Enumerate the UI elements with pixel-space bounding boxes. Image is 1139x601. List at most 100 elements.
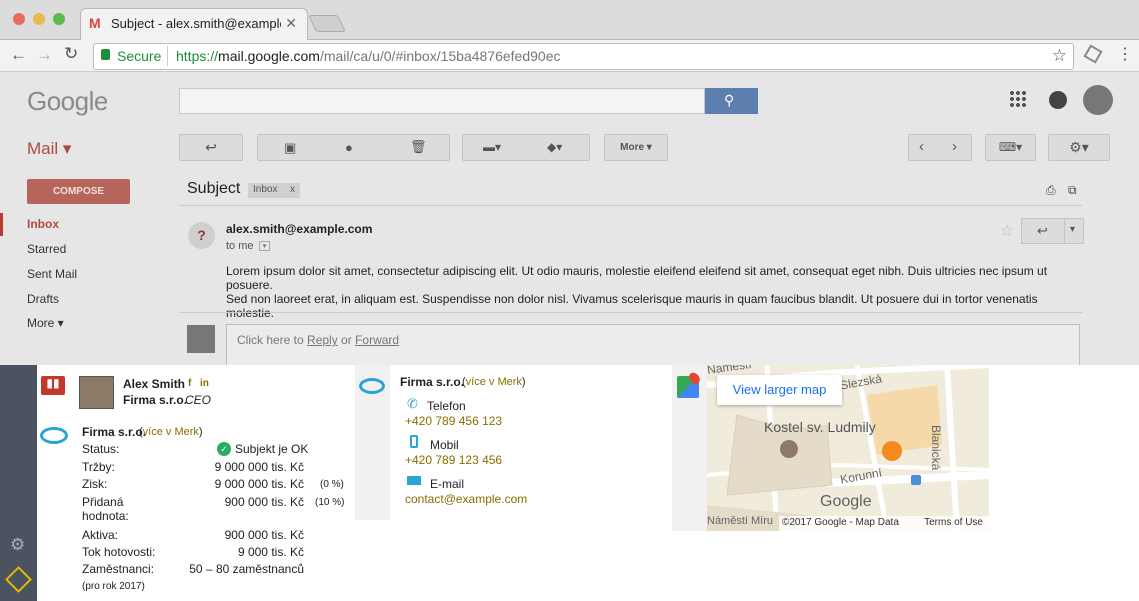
settings-button[interactable]: ⚙▾ [1048, 134, 1110, 161]
report-spam-icon[interactable]: ● [345, 140, 353, 155]
mail-menu[interactable]: Mail ▾ [27, 139, 71, 159]
profit-label: Zisk: [82, 477, 108, 491]
more-button[interactable]: More ▾ [604, 134, 668, 161]
maximize-window-dot[interactable] [53, 13, 65, 25]
print-icon[interactable]: ⎙ [1046, 183, 1056, 198]
forward-icon[interactable]: → [36, 45, 53, 65]
archive-spam-delete-group: ▣ ● 🗑 [257, 134, 450, 161]
more-close: ) [198, 426, 203, 438]
remove-label-icon[interactable]: x [290, 184, 295, 195]
split-divider [1064, 219, 1065, 243]
new-tab-button[interactable] [308, 15, 346, 32]
google-map-logo: Google [820, 493, 872, 510]
map-street-5: Náměstí Míru [707, 515, 774, 527]
compose-button[interactable]: COMPOSE [27, 179, 130, 204]
url-text[interactable]: https://mail.google.com/mail/ca/u/0/#inb… [176, 48, 560, 64]
nav-starred[interactable]: Starred [27, 242, 66, 256]
reply-or: or [337, 333, 356, 347]
contacts-icon-strip [355, 365, 390, 520]
url-prefix: https:// [176, 48, 219, 64]
omnibox[interactable]: Secure https://mail.google.com/mail/ca/u… [93, 43, 1074, 70]
back-icon[interactable]: ← [10, 45, 27, 65]
inbox-chip-label: Inbox [253, 184, 278, 195]
mobile-label: Mobil [430, 438, 459, 452]
reply-icon[interactable]: ↩ [1037, 223, 1048, 239]
settings-gear-icon[interactable]: ⚙ [10, 535, 25, 555]
lock-icon [101, 49, 110, 60]
contacts-more-link[interactable]: (více v Merk) [462, 376, 526, 388]
contacts-more-text[interactable]: více v Merk [466, 376, 522, 388]
company-more-link[interactable]: (více v Merk) [139, 426, 203, 438]
divider [179, 312, 1082, 313]
revenue-value: 9 000 000 tis. Kč [214, 460, 304, 474]
cashflow-label: Tok hotovosti: [82, 545, 156, 559]
nav-more[interactable]: More ▾ [27, 316, 64, 330]
nav-drafts[interactable]: Drafts [27, 292, 59, 306]
mobile-value[interactable]: +420 789 123 456 [405, 453, 502, 467]
terms-of-use-link[interactable]: Terms of Use [924, 517, 983, 528]
merk-logo-icon[interactable] [5, 566, 32, 593]
mobile-icon [410, 435, 418, 448]
forward-link[interactable]: Forward [355, 333, 399, 347]
next-icon[interactable]: › [952, 138, 957, 155]
prev-icon[interactable]: ‹ [919, 138, 924, 155]
nav-sent-mail[interactable]: Sent Mail [27, 267, 77, 281]
linkedin-icon[interactable]: in [200, 378, 209, 389]
more-actions-icon[interactable]: ▾ [1070, 224, 1075, 235]
phone-value[interactable]: +420 789 456 123 [405, 414, 502, 428]
inbox-chip: Inbox x [248, 183, 300, 198]
sender-email[interactable]: alex.smith@example.com [226, 222, 372, 236]
reply-prompt: Click here to [237, 333, 308, 347]
browser-tab[interactable]: M Subject - alex.smith@example.com ✕ [80, 8, 308, 40]
archive-icon[interactable]: ▣ [284, 140, 296, 156]
cashflow-value: 9 000 tis. Kč [237, 545, 304, 559]
input-tools-button[interactable]: ⌨▾ [985, 134, 1036, 161]
assets-label: Aktiva: [82, 528, 119, 542]
map-icon-strip [672, 365, 707, 531]
tab-title: Subject - alex.smith@example.com [111, 16, 281, 31]
merk-company-icon [40, 427, 68, 444]
search-input[interactable] [179, 88, 705, 114]
reply-link[interactable]: Reply [307, 333, 338, 347]
url-divider [167, 46, 168, 66]
gmail-favicon-icon: M [89, 15, 101, 31]
year-footnote: (pro rok 2017) [82, 581, 145, 592]
person-company-card: ▮▮ Alex Smith f in Firma s.r.o. CEO Firm… [37, 365, 355, 601]
value-added-value: 900 000 tis. Kč [224, 495, 304, 509]
merk-contacts-icon [359, 378, 385, 394]
chrome-menu-icon[interactable]: ⋮ [1117, 44, 1133, 64]
apps-grid-icon[interactable] [1009, 90, 1027, 108]
folder-icon[interactable]: ▬▾ [483, 140, 501, 154]
address-toolbar: ← → ↻ Secure https://mail.google.com/mai… [0, 40, 1139, 72]
pager-group: ‹ › [908, 134, 972, 161]
back-to-inbox-button[interactable]: ↩ [179, 134, 243, 161]
close-tab-icon[interactable]: ✕ [285, 15, 297, 32]
close-window-dot[interactable] [13, 13, 25, 25]
facebook-icon[interactable]: f [188, 378, 191, 389]
account-avatar[interactable] [1083, 85, 1113, 115]
notifications-icon[interactable] [1049, 91, 1067, 109]
extension-icon[interactable] [1083, 44, 1103, 64]
view-larger-map-button[interactable]: View larger map [717, 375, 842, 405]
check-icon: ✓ [217, 442, 231, 456]
nav-inbox[interactable]: Inbox [27, 217, 59, 231]
new-window-icon[interactable]: ⧉ [1068, 183, 1077, 198]
details-dropdown-icon[interactable]: ▾ [259, 241, 270, 251]
bookmark-star-icon[interactable]: ☆ [1052, 46, 1067, 66]
delete-icon[interactable]: 🗑 [410, 139, 427, 155]
more-link-text[interactable]: více v Merk [143, 426, 199, 438]
phone-icon: ✆ [407, 396, 418, 411]
minimize-window-dot[interactable] [33, 13, 45, 25]
email-value[interactable]: contact@example.com [405, 492, 527, 506]
profit-pct: (0 %) [320, 479, 344, 490]
body-line-2: Sed non laoreet erat, in aliquam est. Su… [226, 292, 1038, 320]
reply-box[interactable]: Click here to Reply or Forward [226, 324, 1080, 365]
map-attribution: ©2017 Google - Map Data Terms of Use [779, 516, 989, 531]
star-icon[interactable]: ☆ [1000, 221, 1014, 241]
value-added-label: Přidaná hodnota: [82, 495, 129, 523]
label-icon[interactable]: ◆▾ [547, 140, 562, 154]
reload-icon[interactable]: ↻ [64, 44, 78, 64]
search-button[interactable]: ⚲ [705, 88, 758, 114]
map-embed[interactable]: Kostel sv. Ludmily Náměstí Slezská Blani… [707, 365, 989, 531]
url-path: /mail/ca/u/0/#inbox/15ba4876efed90ec [319, 48, 561, 64]
